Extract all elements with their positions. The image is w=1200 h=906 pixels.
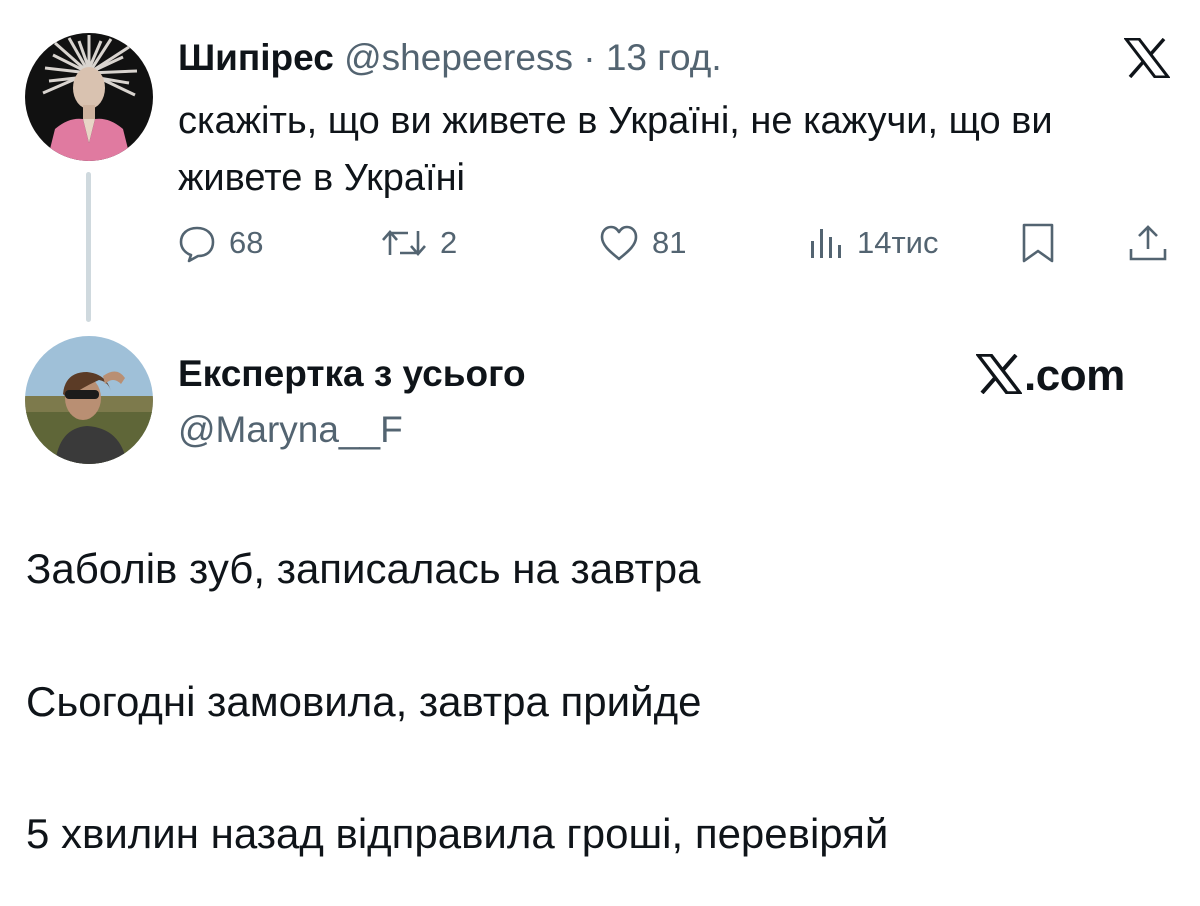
header-separator: ·: [583, 37, 596, 78]
author-handle[interactable]: @shepeeress: [344, 37, 573, 78]
brand-domain: .com: [1024, 351, 1125, 400]
reply-line-3: 5 хвилин назад відправила гроші, перевір…: [26, 810, 889, 857]
tweet-screenshot: Шипірес @shepeeress · 13 год. скажіть, щ…: [0, 0, 1200, 906]
retweet-icon: [380, 223, 428, 263]
like-icon: [598, 223, 640, 263]
author-avatar[interactable]: [25, 33, 153, 161]
reply-count: 68: [229, 225, 264, 260]
reply-line-2: Сьогодні замовила, завтра прийде: [26, 678, 702, 725]
tweet-time[interactable]: 13 год.: [606, 37, 722, 78]
author-name[interactable]: Шипірес: [178, 37, 334, 78]
views-icon: [805, 223, 845, 263]
share-button[interactable]: [1126, 218, 1170, 268]
retweet-button[interactable]: 2: [380, 218, 457, 268]
x-logo-icon: [1122, 37, 1172, 79]
reply-line-1: Заболів зуб, записалась на завтра: [26, 545, 701, 592]
reply-author-name[interactable]: Експертка з усього: [178, 350, 526, 398]
x-logo-icon: [974, 352, 1024, 399]
retweet-count: 2: [440, 225, 458, 260]
reply-author-avatar[interactable]: [25, 336, 153, 464]
tweet-header: Шипірес @shepeeress · 13 год.: [178, 36, 722, 80]
bookmark-icon: [1018, 221, 1058, 265]
reply-button[interactable]: 68: [177, 218, 263, 268]
views-button[interactable]: 14тис: [805, 218, 939, 268]
tweet-actions: 68 2 81 14тис: [0, 218, 1200, 268]
views-count: 14тис: [857, 225, 939, 260]
x-com-brand: .com: [974, 348, 1125, 404]
share-icon: [1126, 221, 1170, 265]
like-count: 81: [652, 225, 687, 260]
bookmark-button[interactable]: [1018, 218, 1058, 268]
reply-author-handle[interactable]: @Maryna__F: [178, 406, 403, 454]
reply-icon: [177, 223, 217, 263]
tweet-text: скажіть, що ви живете в Україні, не кажу…: [178, 100, 1053, 199]
like-button[interactable]: 81: [598, 218, 686, 268]
